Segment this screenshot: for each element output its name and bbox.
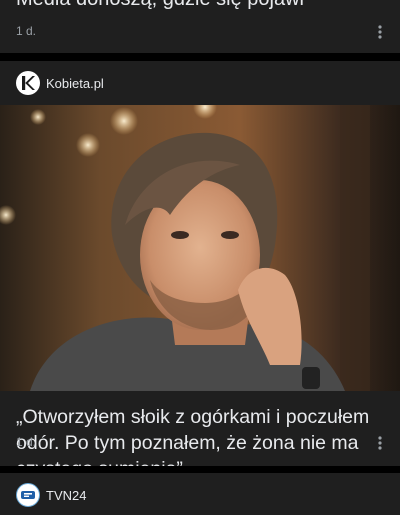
article-time: 1 d. <box>16 435 37 449</box>
source-name: Kobieta.pl <box>46 75 104 91</box>
source-row: Kobieta.pl <box>16 71 104 95</box>
source-name: TVN24 <box>46 487 87 503</box>
more-vert-icon <box>378 25 382 39</box>
more-options-button[interactable] <box>370 22 390 42</box>
article-headline[interactable]: Media donoszą, gdzie się pojawi <box>16 0 304 12</box>
news-card[interactable]: Kobieta.pl „Otworzyłem słoik z ogórkami … <box>0 61 400 466</box>
source-row: TVN24 <box>16 483 86 507</box>
article-meta: 1 d. <box>16 22 384 42</box>
kobieta-logo-icon <box>16 71 40 95</box>
article-meta: 1 d. <box>16 433 384 453</box>
more-options-button[interactable] <box>370 433 390 453</box>
news-feed: Media donoszą, gdzie się pojawi 1 d. Kob… <box>0 0 400 515</box>
tvn24-logo-icon <box>16 483 40 507</box>
article-image[interactable] <box>0 105 400 391</box>
news-card[interactable]: Media donoszą, gdzie się pojawi 1 d. <box>0 0 400 53</box>
article-time: 1 d. <box>16 24 37 38</box>
news-card[interactable]: TVN24 <box>0 473 400 515</box>
more-vert-icon <box>378 436 382 450</box>
